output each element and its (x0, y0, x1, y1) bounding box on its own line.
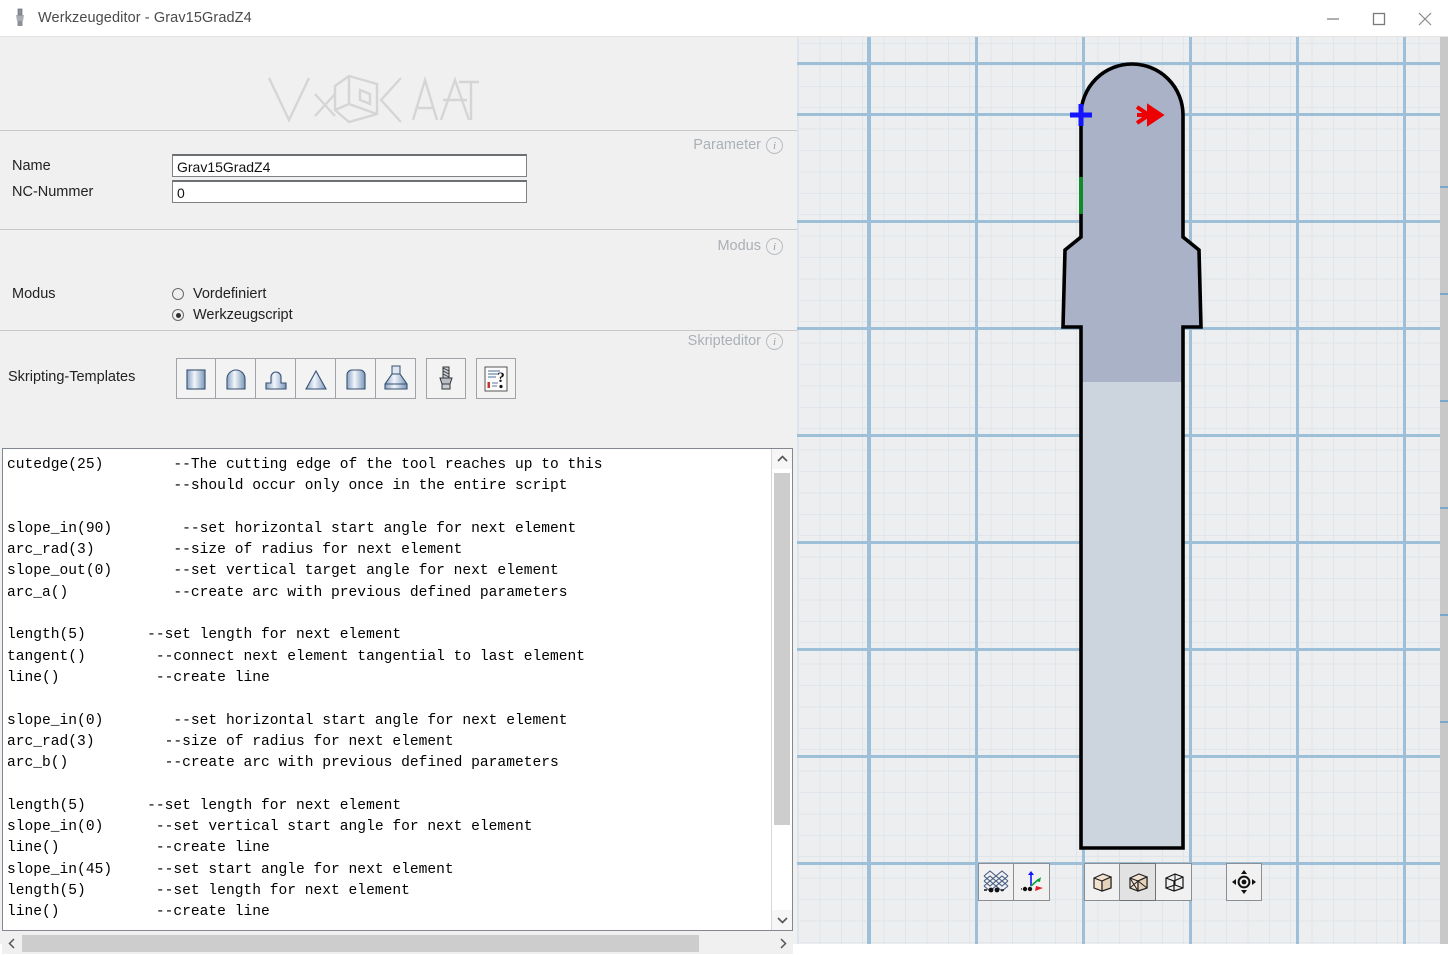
nc-number-input[interactable] (172, 180, 527, 203)
svg-text:?: ? (497, 370, 505, 386)
modus-section: Modus i Modus Vordefiniert Werkzeugscrip… (0, 230, 797, 330)
script-editor[interactable]: cutedge(25) --The cutting edge of the to… (2, 448, 793, 931)
nc-number-row: NC-Nummer (12, 180, 527, 203)
nc-number-label: NC-Nummer (12, 183, 94, 200)
hscroll-track[interactable] (22, 933, 773, 954)
modus-label: Modus (12, 286, 56, 302)
wireframe-toggle-button[interactable] (978, 863, 1014, 901)
viewport-toolbar (978, 863, 1262, 901)
parameter-info-icon[interactable]: i (766, 137, 783, 154)
brand-logo-band (0, 37, 797, 130)
vxcraft-logo (265, 70, 480, 130)
window-title: Werkzeugeditor - Grav15GradZ4 (38, 10, 252, 26)
script-editor-horizontal-scrollbar[interactable] (2, 933, 793, 954)
template-torus-icon[interactable] (336, 358, 376, 399)
template-bullnose-step-icon[interactable] (256, 358, 296, 399)
template-tapered-shank-icon[interactable] (376, 358, 416, 399)
modus-option-label: Werkzeugscript (193, 307, 293, 323)
template-shape-group (176, 358, 416, 399)
modus-option-werkzeugscript[interactable]: Werkzeugscript (172, 307, 293, 323)
tool-cross-section (1061, 62, 1203, 850)
3d-viewport[interactable] (797, 37, 1440, 944)
parameter-section: Parameter i Name NC-Nummer (0, 131, 797, 229)
name-row: Name (12, 154, 527, 177)
shaded-edges-view-button[interactable] (1120, 863, 1156, 901)
editor-left-panel: Parameter i Name NC-Nummer Modus i Modus… (0, 37, 797, 954)
skripteditor-section-title: Skripteditor (687, 333, 761, 349)
scroll-right-icon[interactable] (773, 933, 793, 954)
center-view-button[interactable] (1226, 863, 1262, 901)
axis-triad-button[interactable] (1014, 863, 1050, 901)
template-help-icon[interactable]: ? (476, 358, 516, 399)
hscrollbar-thumb[interactable] (22, 935, 699, 952)
name-label: Name (12, 157, 51, 174)
modus-option-label: Vordefiniert (193, 286, 267, 302)
template-v-cone-icon[interactable] (296, 358, 336, 399)
window-titlebar: Werkzeugeditor - Grav15GradZ4 (0, 0, 1448, 37)
radio-werkzeugscript-icon (172, 309, 184, 321)
viewport-display-group (978, 863, 1050, 901)
close-button[interactable] (1402, 0, 1448, 37)
tool-editor-window: id: 0 winpos: 2 329 worldpos: -265.186 -… (0, 0, 1448, 955)
shaded-view-button[interactable] (1084, 863, 1120, 901)
scroll-down-icon[interactable] (772, 910, 792, 930)
wireframe-view-button[interactable] (1156, 863, 1192, 901)
template-drill-icon[interactable] (426, 358, 466, 399)
minimize-button[interactable] (1310, 0, 1356, 37)
skripting-templates-label: Skripting-Templates (8, 369, 136, 385)
modus-info-icon[interactable]: i (766, 238, 783, 255)
window-controls (1310, 0, 1448, 37)
tool-profile-graphic (1061, 62, 1203, 850)
modus-option-vordefiniert[interactable]: Vordefiniert (172, 286, 266, 302)
script-editor-vertical-scrollbar[interactable] (771, 449, 792, 930)
skripteditor-info-icon[interactable]: i (766, 333, 783, 350)
scroll-left-icon[interactable] (2, 933, 22, 954)
skripteditor-section-header: Skripteditor i Skripting-Templates ? (0, 331, 797, 409)
skripting-templates-toolbar: ? (176, 358, 516, 399)
background-window-right-strip (1440, 0, 1448, 955)
scroll-up-icon[interactable] (772, 449, 792, 469)
template-flat-end-icon[interactable] (176, 358, 216, 399)
maximize-button[interactable] (1356, 0, 1402, 37)
modus-section-title: Modus (717, 238, 761, 254)
radio-vordefiniert-icon (172, 288, 184, 300)
script-code-text[interactable]: cutedge(25) --The cutting edge of the to… (3, 449, 771, 930)
viewport-shading-group (1084, 863, 1192, 901)
tool-icon (10, 7, 30, 29)
name-input[interactable] (172, 154, 527, 177)
parameter-section-title: Parameter (693, 137, 761, 153)
template-ball-nose-icon[interactable] (216, 358, 256, 399)
scrollbar-thumb[interactable] (774, 473, 790, 825)
